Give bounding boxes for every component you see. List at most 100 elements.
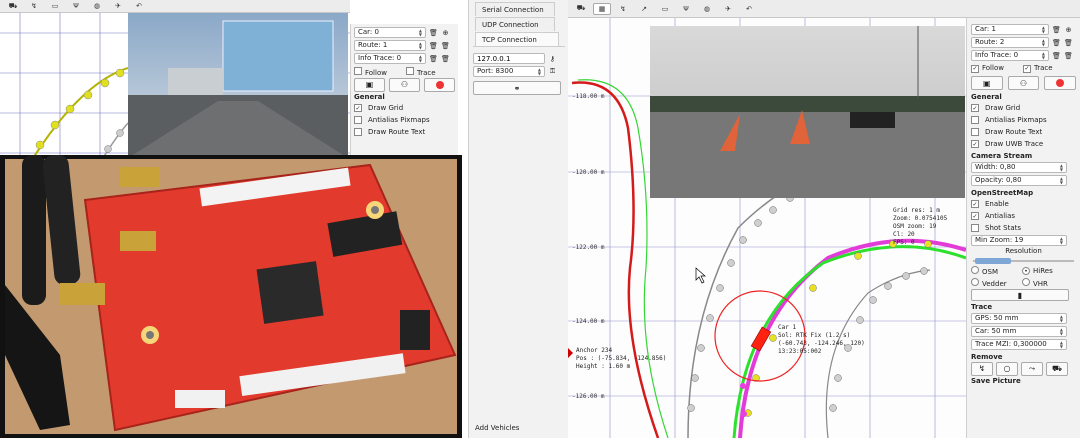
right-control-panel: Car: 1 ▲ ▼ 🗑 ⊕ Route: 2 ▲ ▼ 🗑 🗑 Info Trace: … [966, 18, 1080, 438]
remove-car-button[interactable]: ⛟ [1046, 361, 1068, 376]
option-draw-grid[interactable]: ✓ Draw Grid [354, 102, 455, 114]
trash-icon[interactable]: 🗑 [1064, 51, 1073, 60]
gamepad-icon: ⚇ [1019, 78, 1028, 88]
globe-icon[interactable]: ◍ [88, 0, 106, 12]
antenna-icon[interactable]: Ψ [677, 3, 695, 15]
min-zoom-spinbox[interactable]: Min Zoom: 19 ▲ ▼ [971, 235, 1067, 246]
map-info-line: Zoom: 0.0754105 [893, 215, 948, 222]
path-icon: ⤳ [1028, 363, 1036, 373]
option-antialias-pixmaps[interactable]: Antialias Pixmaps [971, 114, 1076, 126]
tab-serial-connection[interactable]: Serial Connection [475, 2, 555, 16]
car-info-line: (-60.743, -124.246, 120) [778, 340, 865, 347]
route-icon[interactable]: ↯ [25, 0, 43, 12]
disconnect-icon[interactable]: ⚿ [548, 67, 557, 76]
screen-icon[interactable]: ▭ [656, 3, 674, 15]
plane-icon[interactable]: ✈ [109, 0, 127, 12]
radio-hires[interactable]: • HiRes [1022, 267, 1053, 276]
slider-handle[interactable] [975, 258, 1011, 264]
osm-section-title: OpenStreetMap [971, 189, 1034, 197]
stop-button[interactable] [1044, 76, 1077, 90]
option-draw-grid[interactable]: ✓ Draw Grid [971, 102, 1076, 114]
option-shot-stats[interactable]: Shot Stats [971, 222, 1076, 234]
general-options: ✓ Draw Grid Antialias Pixmaps Draw Route … [354, 102, 455, 138]
left-toolbar: ⛟ ↯ ▭ Ψ ◍ ✈ ↶ [0, 0, 350, 13]
info-trace-select[interactable]: Info Trace: 0 ▲ ▼ [971, 50, 1049, 61]
screen-icon[interactable]: ▭ [46, 0, 64, 12]
opacity-spinbox[interactable]: Opacity: 0,80 ▲ ▼ [971, 175, 1067, 186]
radio-vhr[interactable]: VHR [1022, 278, 1048, 288]
car-icon[interactable]: ⛟ [4, 0, 22, 12]
trash-icon[interactable]: 🗑 [429, 54, 438, 63]
trace-checkbox[interactable]: Trace [405, 66, 436, 77]
option-draw-route-text[interactable]: Draw Route Text [354, 126, 455, 138]
route-select[interactable]: Route: 2 ▲ ▼ [971, 37, 1049, 48]
remove-route-button[interactable]: ↯ [971, 361, 993, 376]
follow-checkbox[interactable]: Follow [354, 66, 387, 77]
globe-icon[interactable]: ◍ [698, 3, 716, 15]
trash-icon[interactable]: 🗑 [429, 28, 438, 37]
car-trace-spinbox[interactable]: Car: 50 mm ▲ ▼ [971, 326, 1067, 337]
link-icon: ⚭ [513, 83, 521, 93]
trash-icon[interactable]: 🗑 [429, 41, 438, 50]
gps-spinbox[interactable]: GPS: 50 mm ▲ ▼ [971, 313, 1067, 324]
route-icon[interactable]: ↗ [635, 3, 653, 15]
option-draw-route-text[interactable]: Draw Route Text [971, 126, 1076, 138]
tab-udp-connection[interactable]: UDP Connection [475, 17, 555, 31]
width-spinbox[interactable]: Width: 0,80 ▲ ▼ [971, 162, 1067, 173]
option-antialias-pixmaps[interactable]: Antialias Pixmaps [354, 114, 455, 126]
remove-path-button[interactable]: ⤳ [1021, 361, 1043, 376]
info-trace-select[interactable]: Info Trace: 0 ▲ ▼ [354, 53, 426, 64]
resolution-slider[interactable] [973, 258, 1074, 264]
car-select[interactable]: Car: 1 ▲ ▼ [971, 24, 1049, 35]
arrow-icon[interactable]: ↶ [740, 3, 758, 15]
general-section-title: General [354, 93, 385, 101]
trash-icon[interactable]: 🗑 [1064, 38, 1073, 47]
y-tick-label: -124.00 m [572, 318, 605, 325]
car-select[interactable]: Car: 0 ▲ ▼ [354, 27, 426, 38]
map-info-line: OSM zoom: 19 [893, 223, 937, 230]
car-icon[interactable]: ⛟ [572, 3, 590, 15]
host-input[interactable] [473, 53, 545, 64]
save-button[interactable]: ▣ [354, 77, 385, 92]
option-enable[interactable]: ✓ Enable [971, 198, 1076, 210]
anchor-info-line: Pos : (-75.834, -124.856) [576, 355, 666, 362]
route-select[interactable]: Route: 1 ▲ ▼ [354, 40, 426, 51]
option-antialias[interactable]: ✓ Antialias [971, 210, 1076, 222]
anchor-info-line: Anchor 234 [576, 347, 613, 354]
gamepad-icon: ⚇ [400, 80, 409, 89]
trash-icon[interactable]: 🗑 [1052, 51, 1061, 60]
save-button[interactable]: ▣ [971, 76, 1003, 90]
follow-checkbox[interactable]: ✓ Follow [971, 64, 1004, 73]
map-icon[interactable]: ▦ [593, 2, 611, 15]
target-icon[interactable]: ⊕ [441, 28, 450, 37]
stop-button[interactable] [424, 77, 455, 92]
floppy-icon: ▣ [983, 78, 991, 88]
add-vehicles-label: Add Vehicles [475, 424, 520, 432]
target-icon[interactable]: ⊕ [1064, 25, 1073, 34]
port-spinbox[interactable]: Port: 8300 ▲ ▼ [473, 66, 545, 77]
y-tick-label: -122.00 m [572, 244, 605, 251]
trace-checkbox[interactable]: ✓ Trace [1022, 64, 1053, 73]
radio-vedder[interactable]: Vedder [971, 278, 1019, 288]
connection-window: Serial Connection UDP Connection TCP Con… [468, 0, 570, 438]
route-icon[interactable]: ↯ [614, 3, 632, 15]
remove-circle-button[interactable]: ○ [996, 361, 1018, 376]
plane-icon[interactable]: ✈ [719, 3, 737, 15]
trash-icon[interactable]: 🗑 [441, 41, 450, 50]
trace-mzi-spinbox[interactable]: Trace MZI: 0,300000 ▲ ▼ [971, 339, 1067, 350]
gamepad-button[interactable]: ⚇ [389, 77, 420, 92]
link-button[interactable]: ⚭ [473, 81, 561, 95]
antenna-icon[interactable]: Ψ [67, 0, 85, 12]
option-draw-uwb-trace[interactable]: ✓ Draw UWB Trace [971, 138, 1076, 150]
tab-tcp-connection[interactable]: TCP Connection [475, 32, 559, 46]
arrow-icon[interactable]: ↶ [130, 0, 148, 12]
osm-action-button[interactable]: ▮ [971, 289, 1069, 301]
gamepad-button[interactable]: ⚇ [1007, 76, 1040, 90]
floppy-icon: ▣ [365, 80, 374, 89]
trash-icon[interactable]: 🗑 [1052, 25, 1061, 34]
trash-icon[interactable]: 🗑 [1052, 38, 1061, 47]
y-tick-label: -120.00 m [572, 169, 605, 176]
radio-osm[interactable]: OSM [971, 266, 1019, 276]
trash-icon[interactable]: 🗑 [441, 54, 450, 63]
connect-icon[interactable]: ⚷ [548, 54, 557, 63]
